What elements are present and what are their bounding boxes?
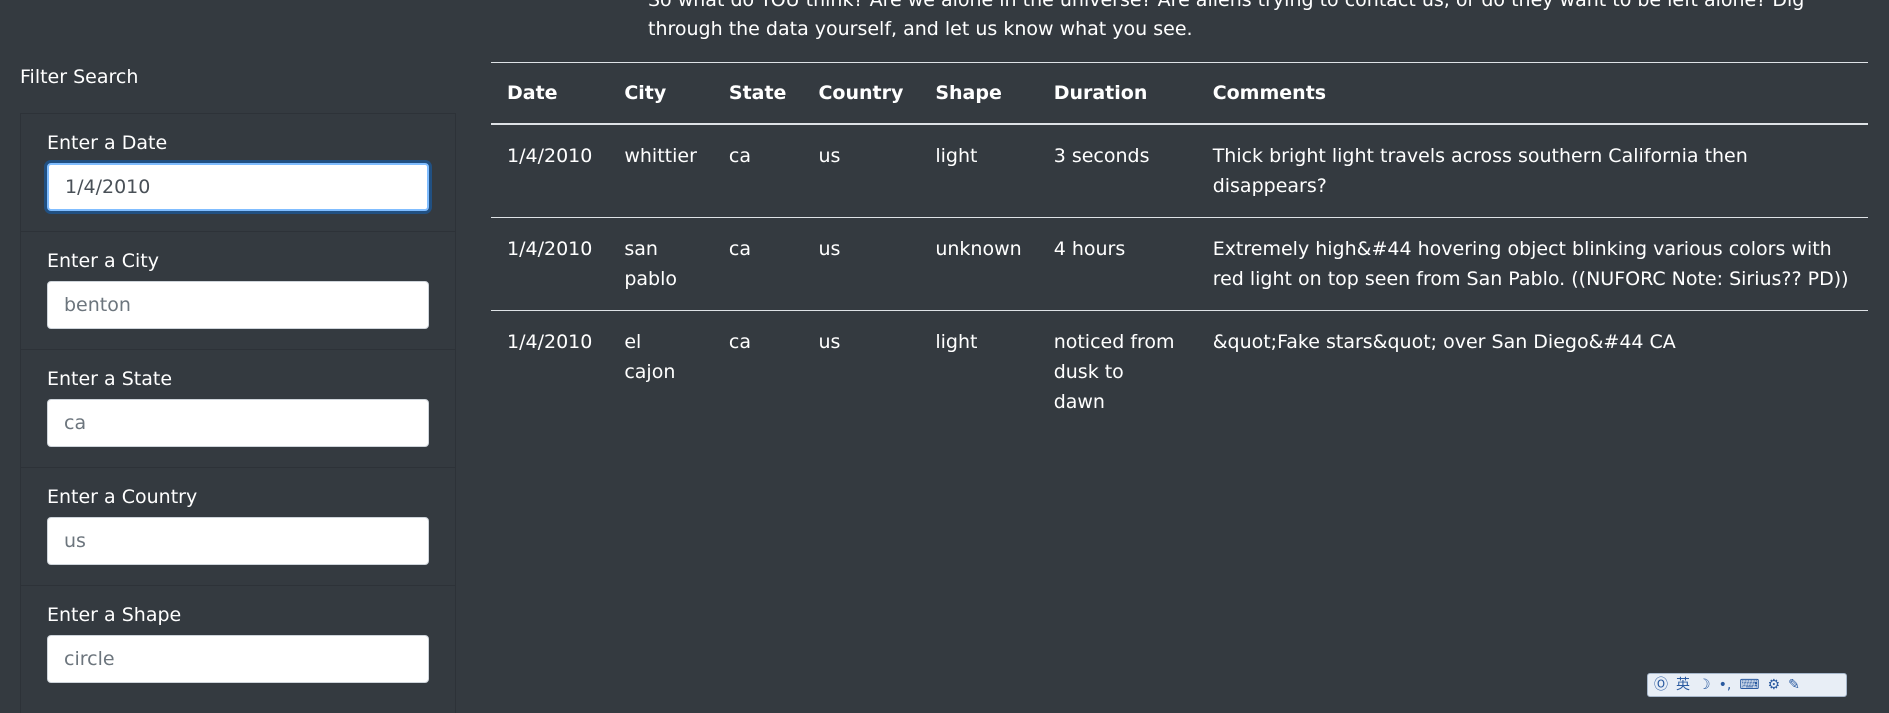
cell-duration: noticed from dusk to dawn xyxy=(1053,331,1175,413)
country-label: Enter a Country xyxy=(47,486,198,508)
cell-city: el cajon xyxy=(624,331,676,383)
cell-shape: unknown xyxy=(919,217,1038,311)
column-header-duration: Duration xyxy=(1037,62,1197,125)
column-header-country: Country xyxy=(802,62,920,125)
state-label: Enter a State xyxy=(47,368,173,390)
country-input[interactable] xyxy=(47,517,429,565)
intro-text: So what do YOU think? Are we alone in th… xyxy=(648,0,1805,40)
keyboard-icon[interactable]: ⌨ xyxy=(1739,678,1759,692)
cell-shape: light xyxy=(919,124,1038,218)
input-method-icon[interactable]: Ⓞ xyxy=(1654,678,1668,692)
cell-shape: light xyxy=(935,331,978,353)
city-input[interactable] xyxy=(47,281,429,329)
ufo-table-container: Date City State Country Shape Duration C… xyxy=(491,62,1868,433)
date-label: Enter a Date xyxy=(47,132,168,154)
date-input[interactable] xyxy=(47,163,429,211)
cell-state: ca xyxy=(728,331,751,353)
table-row: 1/4/2010 whittier ca us light 3 seconds … xyxy=(491,124,1868,218)
cell-comments: &quot;Fake stars&quot; over San Diego&#4… xyxy=(1212,331,1676,353)
filter-item-date: Enter a Date xyxy=(21,113,455,231)
filter-search-heading: Filter Search xyxy=(20,66,139,88)
shape-input[interactable] xyxy=(47,635,429,683)
filter-item-country: Enter a Country xyxy=(21,467,455,585)
chinese-mode-icon[interactable]: 英 xyxy=(1676,678,1690,692)
column-header-shape: Shape xyxy=(919,62,1038,125)
table-header-row: Date City State Country Shape Duration C… xyxy=(491,62,1868,125)
column-header-date: Date xyxy=(491,62,609,125)
filter-list: Enter a Date Enter a City Enter a State … xyxy=(20,113,456,713)
cell-country: us xyxy=(802,217,920,311)
column-header-city: City xyxy=(608,62,713,125)
wrench-icon[interactable]: ✎ xyxy=(1788,678,1800,692)
table-row: 1/4/2010 el cajon ca us light noticed fr… xyxy=(491,311,1868,434)
table-row: 1/4/2010 san pablo ca us unknown 4 hours… xyxy=(491,217,1868,311)
cell-comments: Thick bright light travels across southe… xyxy=(1196,124,1868,218)
state-input[interactable] xyxy=(47,399,429,447)
cell-date: 1/4/2010 xyxy=(491,217,609,311)
cell-country: us xyxy=(818,331,841,353)
cell-comments: Extremely high&#44 hovering object blink… xyxy=(1196,217,1868,311)
moon-icon[interactable]: ☽ xyxy=(1698,678,1711,692)
settings-icon[interactable]: ⚙ xyxy=(1768,678,1781,692)
filter-item-city: Enter a City xyxy=(21,231,455,349)
punctuation-icon[interactable]: •, xyxy=(1719,678,1732,692)
ufo-sightings-table: Date City State Country Shape Duration C… xyxy=(491,62,1868,433)
city-label: Enter a City xyxy=(47,250,159,272)
filter-item-state: Enter a State xyxy=(21,349,455,467)
cell-date: 1/4/2010 xyxy=(507,331,593,353)
column-header-comments: Comments xyxy=(1196,62,1868,125)
input-method-toolbar: Ⓞ 英 ☽ •, ⌨ ⚙ ✎ xyxy=(1647,673,1847,697)
cell-country: us xyxy=(802,124,920,218)
shape-label: Enter a Shape xyxy=(47,604,182,626)
cell-city: san pablo xyxy=(608,217,713,311)
filter-item-shape: Enter a Shape xyxy=(21,585,455,703)
column-header-state: State xyxy=(712,62,803,125)
cell-city: whittier xyxy=(608,124,713,218)
cell-state: ca xyxy=(712,124,803,218)
cell-state: ca xyxy=(712,217,803,311)
cell-duration: 4 hours xyxy=(1037,217,1197,311)
cell-date: 1/4/2010 xyxy=(491,124,609,218)
cell-duration: 3 seconds xyxy=(1037,124,1197,218)
